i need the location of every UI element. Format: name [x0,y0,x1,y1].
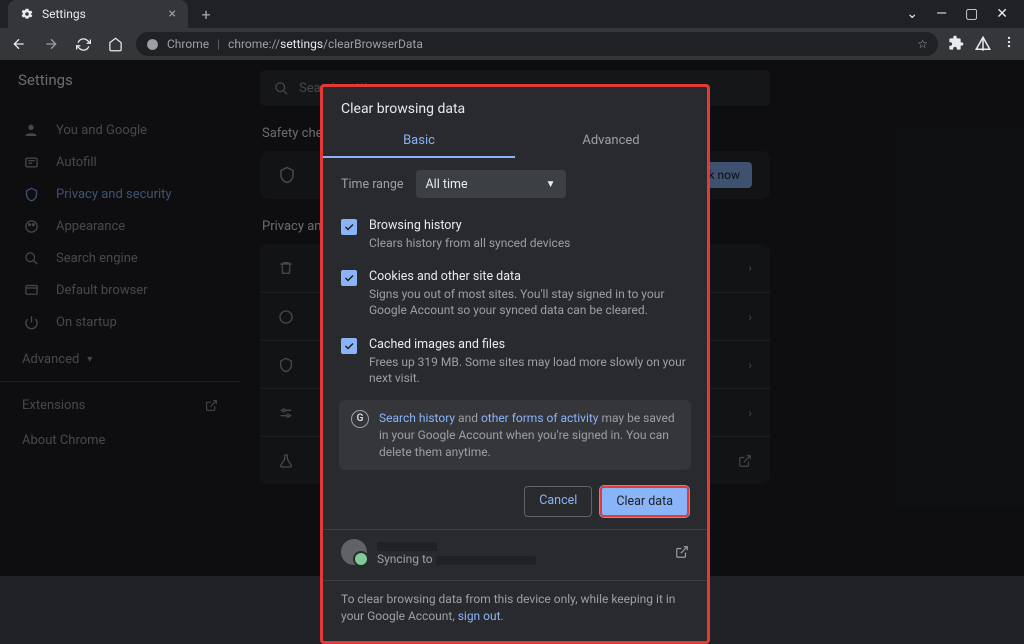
option-desc: Signs you out of most sites. You'll stay… [369,286,689,318]
extension-icons [948,35,1016,53]
checkbox-cache[interactable] [341,338,357,354]
sync-account-row[interactable]: Syncing to [323,529,707,574]
option-title: Cached images and files [369,337,689,352]
open-external-icon [675,545,689,559]
maximize-icon[interactable]: ▢ [965,6,978,22]
time-range-value: All time [426,177,468,192]
browser-menu-icon[interactable] [1002,35,1016,53]
option-cookies[interactable]: Cookies and other site data Signs you ou… [323,261,707,328]
clear-browsing-data-dialog: Clear browsing data Basic Advanced Time … [320,84,710,644]
origin-label: Chrome [167,37,209,51]
tab-title: Settings [42,7,86,21]
dialog-tabs: Basic Advanced [323,125,707,158]
tab-strip: Settings × + ⌄ — ▢ ✕ [0,0,1024,28]
minimize-icon[interactable]: — [936,6,947,22]
tab-advanced[interactable]: Advanced [515,125,707,158]
option-title: Cookies and other site data [369,269,689,284]
option-desc: Clears history from all synced devices [369,235,570,251]
browser-toolbar: Chrome | chrome://settings/clearBrowserD… [0,28,1024,60]
url-text: chrome://settings/clearBrowserData [228,37,423,51]
chevron-down-icon[interactable]: ⌄ [906,6,918,22]
time-range-row: Time range All time ▼ [323,158,707,210]
checkbox-browsing-history[interactable] [341,219,357,235]
cancel-button[interactable]: Cancel [524,486,592,517]
google-logo-icon: G [351,410,369,428]
dialog-buttons: Cancel Clear data [323,478,707,525]
time-range-label: Time range [341,177,404,192]
new-tab-button[interactable]: + [196,4,216,24]
window-controls: ⌄ — ▢ ✕ [906,6,1016,22]
dialog-title: Clear browsing data [323,87,707,125]
account-avatar [341,539,367,565]
other-activity-link[interactable]: other forms of activity [481,411,599,425]
extensions-puzzle-icon[interactable] [948,35,964,53]
forward-button[interactable] [40,33,62,55]
sign-out-link[interactable]: sign out [458,609,501,623]
checkbox-cookies[interactable] [341,270,357,286]
reload-button[interactable] [72,33,94,55]
site-info-icon[interactable] [146,38,159,51]
option-cached-images[interactable]: Cached images and files Frees up 319 MB.… [323,329,707,396]
option-title: Browsing history [369,218,570,233]
home-button[interactable] [104,33,126,55]
close-tab-icon[interactable]: × [169,6,176,22]
brand-extension-icon[interactable] [974,35,992,53]
bookmark-star-icon[interactable]: ☆ [917,37,928,51]
option-desc: Frees up 319 MB. Some sites may load mor… [369,354,689,386]
back-button[interactable] [8,33,30,55]
browser-tab-settings[interactable]: Settings × [8,0,188,28]
chevron-down-icon: ▼ [546,179,556,190]
sync-text: Syncing to [377,538,536,566]
address-bar[interactable]: Chrome | chrome://settings/clearBrowserD… [136,32,938,56]
google-activity-info: G Search history and other forms of acti… [339,400,691,470]
info-text: Search history and other forms of activi… [379,410,679,460]
time-range-select[interactable]: All time ▼ [416,170,566,198]
tab-basic[interactable]: Basic [323,125,515,158]
close-window-icon[interactable]: ✕ [996,6,1008,22]
dialog-footer-note: To clear browsing data from this device … [323,580,707,625]
gear-icon [20,7,34,21]
option-browsing-history[interactable]: Browsing history Clears history from all… [323,210,707,261]
clear-data-button[interactable]: Clear data [600,486,689,517]
search-history-link[interactable]: Search history [379,411,455,425]
